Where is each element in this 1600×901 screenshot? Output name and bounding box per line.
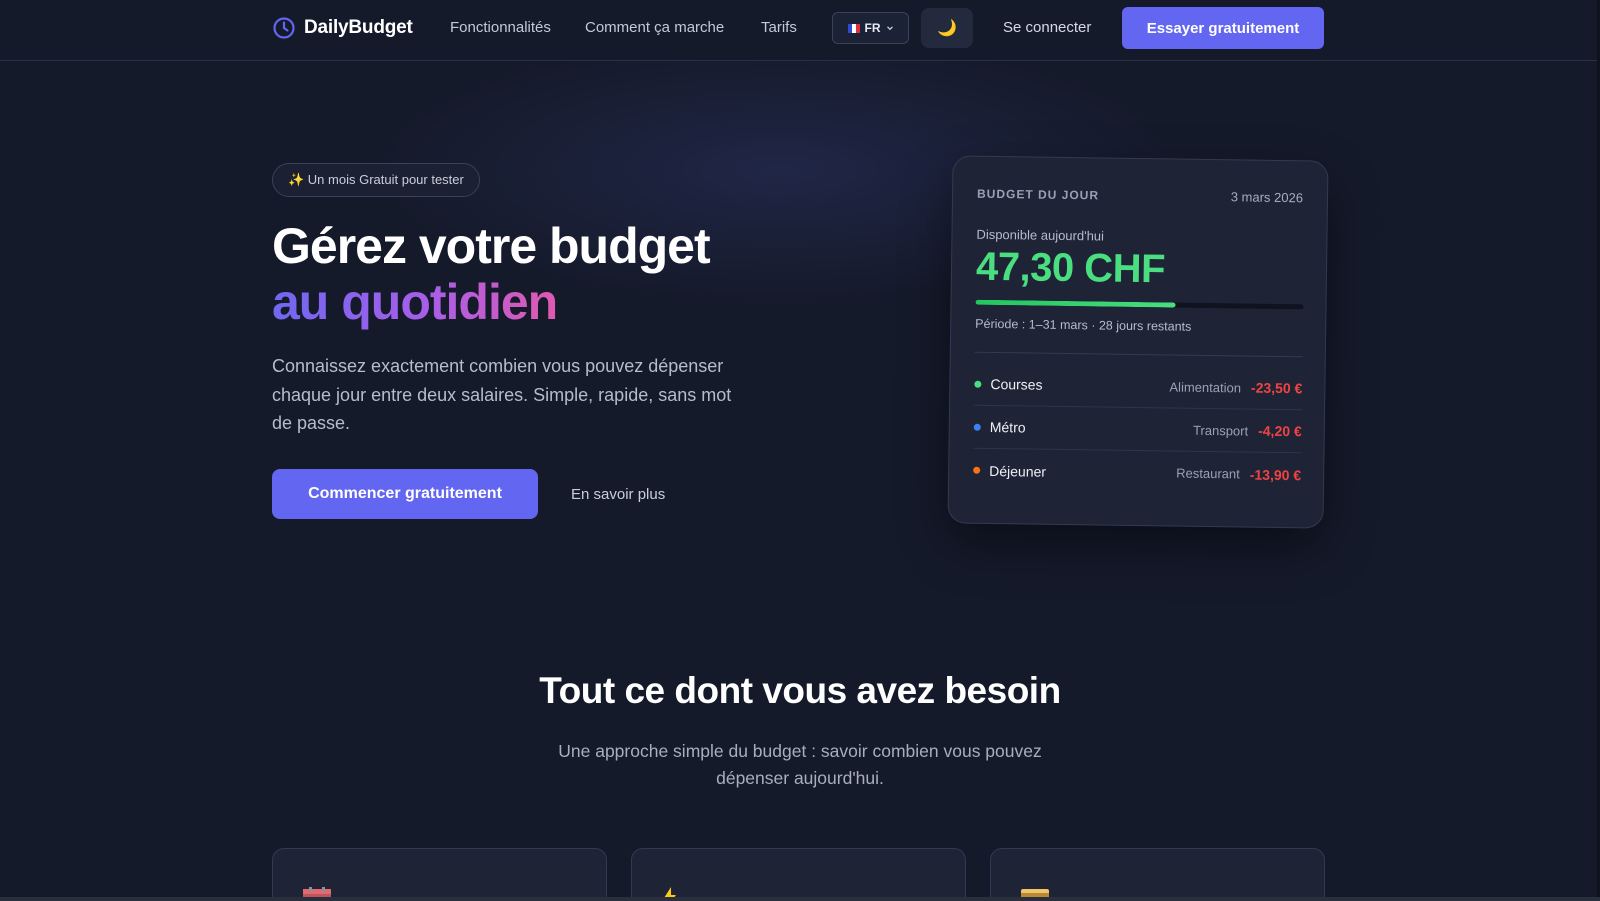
card-date: 3 mars 2026 [1230, 189, 1304, 206]
clock-icon [273, 17, 295, 39]
hero-title-highlight: au quotidien [272, 274, 558, 330]
brand-logo[interactable]: DailyBudget [272, 16, 413, 40]
transaction-amount: -4,20 € [1258, 422, 1302, 440]
features-title: Tout ce dont vous avez besoin [539, 670, 1061, 711]
brand-name: DailyBudget [304, 17, 413, 38]
transaction-row[interactable]: Courses Alimentation -23,50 € [974, 362, 1303, 411]
nav-link-features[interactable]: Fonctionnalités [450, 19, 551, 36]
transaction-name: Déjeuner [989, 462, 1047, 480]
budget-progress-fill [975, 299, 1176, 308]
learn-more-link[interactable]: En savoir plus [571, 486, 665, 503]
category-dot [974, 380, 982, 388]
transaction-name: Courses [990, 375, 1043, 393]
feature-card [631, 848, 966, 901]
transaction-row[interactable]: Déjeuner Restaurant -13,90 € [973, 449, 1302, 497]
login-link[interactable]: Se connecter [1003, 19, 1091, 36]
theme-toggle-button[interactable]: 🌙 [921, 8, 973, 48]
hero-description: Connaissez exactement combien vous pouve… [272, 356, 732, 433]
transaction-category: Transport [1192, 422, 1249, 439]
nav-link-pricing[interactable]: Tarifs [761, 19, 797, 36]
nav-link-how-it-works[interactable]: Comment ça marche [585, 19, 724, 36]
language-selector[interactable]: FR [832, 12, 909, 44]
start-free-button[interactable]: Commencer gratuitement [272, 469, 538, 519]
transaction-amount: -23,50 € [1250, 379, 1303, 397]
top-navigation: DailyBudget Fonctionnalités Comment ça m… [0, 0, 1600, 61]
hero-title: Gérez votre budget [272, 218, 711, 274]
card-divider [974, 351, 1303, 358]
feature-card [990, 848, 1325, 901]
budget-progress-bar [975, 299, 1304, 310]
chevron-down-icon [886, 26, 893, 31]
french-flag-icon [847, 23, 860, 33]
category-dot [973, 466, 981, 474]
transaction-category: Alimentation [1169, 378, 1242, 395]
daily-budget-card: BUDGET DU JOUR 3 mars 2026 Disponible au… [947, 155, 1329, 529]
free-trial-badge: ✨ Un mois Gratuit pour tester [272, 163, 480, 197]
available-label: Disponible aujourd'hui [976, 226, 1105, 244]
available-amount: 47,30 CHF [975, 244, 1166, 292]
budget-period: Période : 1–31 mars · 28 jours restants [975, 316, 1192, 334]
features-subtitle: Une approche simple du budget : savoir c… [558, 741, 1042, 788]
language-code: FR [864, 21, 881, 35]
transaction-amount: -13,90 € [1249, 466, 1302, 483]
window-bottom-edge [0, 897, 1600, 901]
try-free-button[interactable]: Essayer gratuitement [1122, 7, 1324, 49]
transaction-category: Restaurant [1176, 465, 1240, 482]
feature-card [272, 848, 607, 901]
transaction-name: Métro [989, 418, 1026, 436]
transaction-row[interactable]: Métro Transport -4,20 € [973, 405, 1303, 454]
card-title: BUDGET DU JOUR [976, 186, 1100, 203]
category-dot [973, 423, 981, 431]
moon-icon: 🌙 [937, 20, 957, 37]
